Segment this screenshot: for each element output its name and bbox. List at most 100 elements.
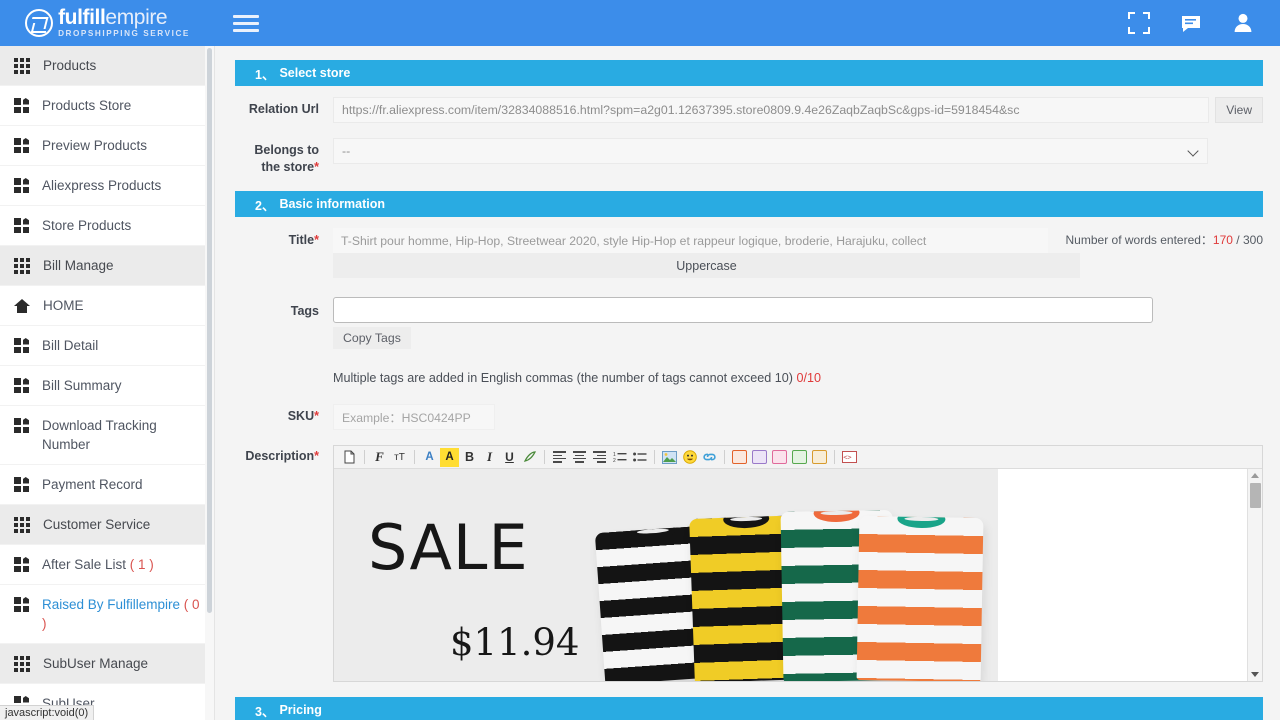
editor-scrollbar[interactable]: [1247, 469, 1262, 681]
uppercase-button[interactable]: Uppercase: [333, 253, 1080, 278]
sale-banner-image: SALE $11.94: [334, 469, 998, 681]
sidebar-item-label: Raised By Fulfillempire ( 0 ): [42, 595, 207, 633]
svg-text:<>: <>: [843, 454, 851, 462]
sku-input[interactable]: Example：HSC0424PP: [333, 404, 495, 430]
grid4-icon: [14, 418, 29, 433]
view-button[interactable]: View: [1215, 97, 1263, 123]
paste-icon[interactable]: [340, 448, 359, 467]
scroll-up-arrow-icon[interactable]: [1251, 473, 1259, 478]
title-label: Title*: [235, 228, 319, 249]
unordered-list-icon[interactable]: [630, 448, 649, 467]
globe-icon[interactable]: [750, 448, 769, 467]
sidebar-item-store-products[interactable]: Store Products: [0, 206, 215, 246]
align-center-icon[interactable]: [570, 448, 589, 467]
editor-canvas[interactable]: SALE $11.94: [334, 469, 998, 681]
grid9-icon: [14, 517, 30, 533]
relation-url-input[interactable]: https://fr.aliexpress.com/item/328340885…: [333, 97, 1209, 123]
grid4-icon: [14, 338, 29, 353]
description-rich-text-editor[interactable]: F ᴛT A A B I U: [333, 445, 1263, 682]
editor-scrollbar-thumb[interactable]: [1250, 483, 1261, 508]
sidebar-item-bill-manage[interactable]: Bill Manage: [0, 246, 215, 286]
belongs-to-store-label: Belongs to the store*: [235, 138, 319, 176]
title-input[interactable]: T-Shirt pour homme, Hip-Hop, Streetwear …: [333, 228, 1048, 253]
copy-tags-button[interactable]: Copy Tags: [333, 327, 411, 349]
ordered-list-icon[interactable]: 12: [610, 448, 629, 467]
brand-tagline: DROPSHIPPING SERVICE: [58, 30, 190, 38]
sidebar-item-label: After Sale List ( 1 ): [42, 555, 154, 574]
tags-input[interactable]: [333, 297, 1153, 323]
sidebar-scrollbar-track[interactable]: [205, 46, 214, 720]
description-label: Description*: [235, 445, 319, 465]
topbar-actions: [1128, 12, 1280, 34]
sidebar-item-label: HOME: [43, 296, 84, 315]
text-color-icon[interactable]: A: [420, 448, 439, 467]
grid4-icon: [14, 98, 29, 113]
grid4-icon: [14, 218, 29, 233]
template-icon[interactable]: [790, 448, 809, 467]
underline-icon[interactable]: U: [500, 448, 519, 467]
erase-format-icon[interactable]: [520, 448, 539, 467]
section-header-basic-information: 2、 Basic information: [235, 191, 1263, 217]
insert-link-icon[interactable]: [700, 448, 719, 467]
source-code-icon[interactable]: <>: [840, 448, 859, 467]
toolbar-separator: [724, 450, 725, 464]
sidebar-item-after-sale-list[interactable]: After Sale List ( 1 ): [0, 545, 215, 585]
italic-icon[interactable]: I: [480, 448, 499, 467]
sidebar-item-aliexpress-products[interactable]: Aliexpress Products: [0, 166, 215, 206]
font-family-icon[interactable]: F: [370, 448, 389, 467]
basic-information-panel: Title* T-Shirt pour homme, Hip-Hop, Stre…: [216, 228, 1280, 682]
emoji-icon[interactable]: [680, 448, 699, 467]
menu-toggle-icon[interactable]: [233, 11, 259, 35]
sidebar-item-label: SubUser Manage: [43, 654, 148, 673]
sidebar-item-customer-service[interactable]: Customer Service: [0, 505, 215, 545]
sidebar-item-products-store[interactable]: Products Store: [0, 86, 215, 126]
word-counter-max: / 300: [1236, 233, 1263, 247]
grid9-icon: [14, 258, 30, 274]
user-icon[interactable]: [1232, 12, 1254, 34]
upload-image-icon[interactable]: [730, 448, 749, 467]
sidebar-item-bill-summary[interactable]: Bill Summary: [0, 366, 215, 406]
sale-headline: SALE: [368, 511, 529, 584]
gallery-icon[interactable]: [770, 448, 789, 467]
brand-name-light: empire: [105, 6, 167, 29]
editor-empty-area[interactable]: [998, 469, 1262, 681]
section-number: 1、: [255, 64, 274, 83]
highlight-color-icon[interactable]: A: [440, 448, 459, 467]
home-icon: [14, 298, 30, 314]
box-icon[interactable]: [810, 448, 829, 467]
sidebar-item-label: Store Products: [42, 216, 131, 235]
bold-icon[interactable]: B: [460, 448, 479, 467]
sidebar-scrollbar-thumb[interactable]: [207, 48, 212, 613]
top-navigation-bar: fulfillempire DROPSHIPPING SERVICE: [0, 0, 1280, 46]
sidebar-item-home[interactable]: HOME: [0, 286, 215, 326]
sidebar-item-products[interactable]: Products: [0, 46, 215, 86]
sidebar-item-preview-products[interactable]: Preview Products: [0, 126, 215, 166]
sidebar-item-payment-record[interactable]: Payment Record: [0, 465, 215, 505]
belongs-to-store-select[interactable]: --: [333, 138, 1208, 164]
font-size-icon[interactable]: ᴛT: [390, 448, 409, 467]
sidebar-item-label: Products Store: [42, 96, 131, 115]
select-store-panel: Relation Url https://fr.aliexpress.com/i…: [216, 97, 1280, 176]
editor-body[interactable]: SALE $11.94: [334, 469, 1262, 681]
grid9-icon: [14, 656, 30, 672]
brand-logo[interactable]: fulfillempire DROPSHIPPING SERVICE: [0, 0, 215, 46]
scroll-down-arrow-icon[interactable]: [1251, 672, 1259, 677]
logo-mark-icon: [25, 9, 53, 37]
sidebar-item-label: Preview Products: [42, 136, 147, 155]
message-icon[interactable]: [1180, 12, 1202, 34]
tags-hint: Multiple tags are added in English comma…: [333, 349, 1263, 385]
sidebar-navigation[interactable]: Products Products Store Preview Products Al…: [0, 46, 215, 720]
sidebar-item-bill-detail[interactable]: Bill Detail: [0, 326, 215, 366]
browser-status-bar: javascript:void(0): [0, 705, 94, 720]
align-left-icon[interactable]: [550, 448, 569, 467]
sidebar-item-subuser-manage[interactable]: SubUser Manage: [0, 644, 215, 684]
relation-url-label: Relation Url: [235, 97, 319, 118]
align-right-icon[interactable]: [590, 448, 609, 467]
brand-name-bold: fulfill: [58, 6, 105, 29]
sidebar-item-download-tracking-number[interactable]: Download Tracking Number: [0, 406, 215, 465]
insert-image-icon[interactable]: [660, 448, 679, 467]
fullscreen-icon[interactable]: [1128, 12, 1150, 34]
sidebar-item-raised-by-fulfillempire[interactable]: Raised By Fulfillempire ( 0 ): [0, 585, 215, 644]
tags-hint-text: Multiple tags are added in English comma…: [333, 371, 793, 385]
grid4-icon: [14, 378, 29, 393]
